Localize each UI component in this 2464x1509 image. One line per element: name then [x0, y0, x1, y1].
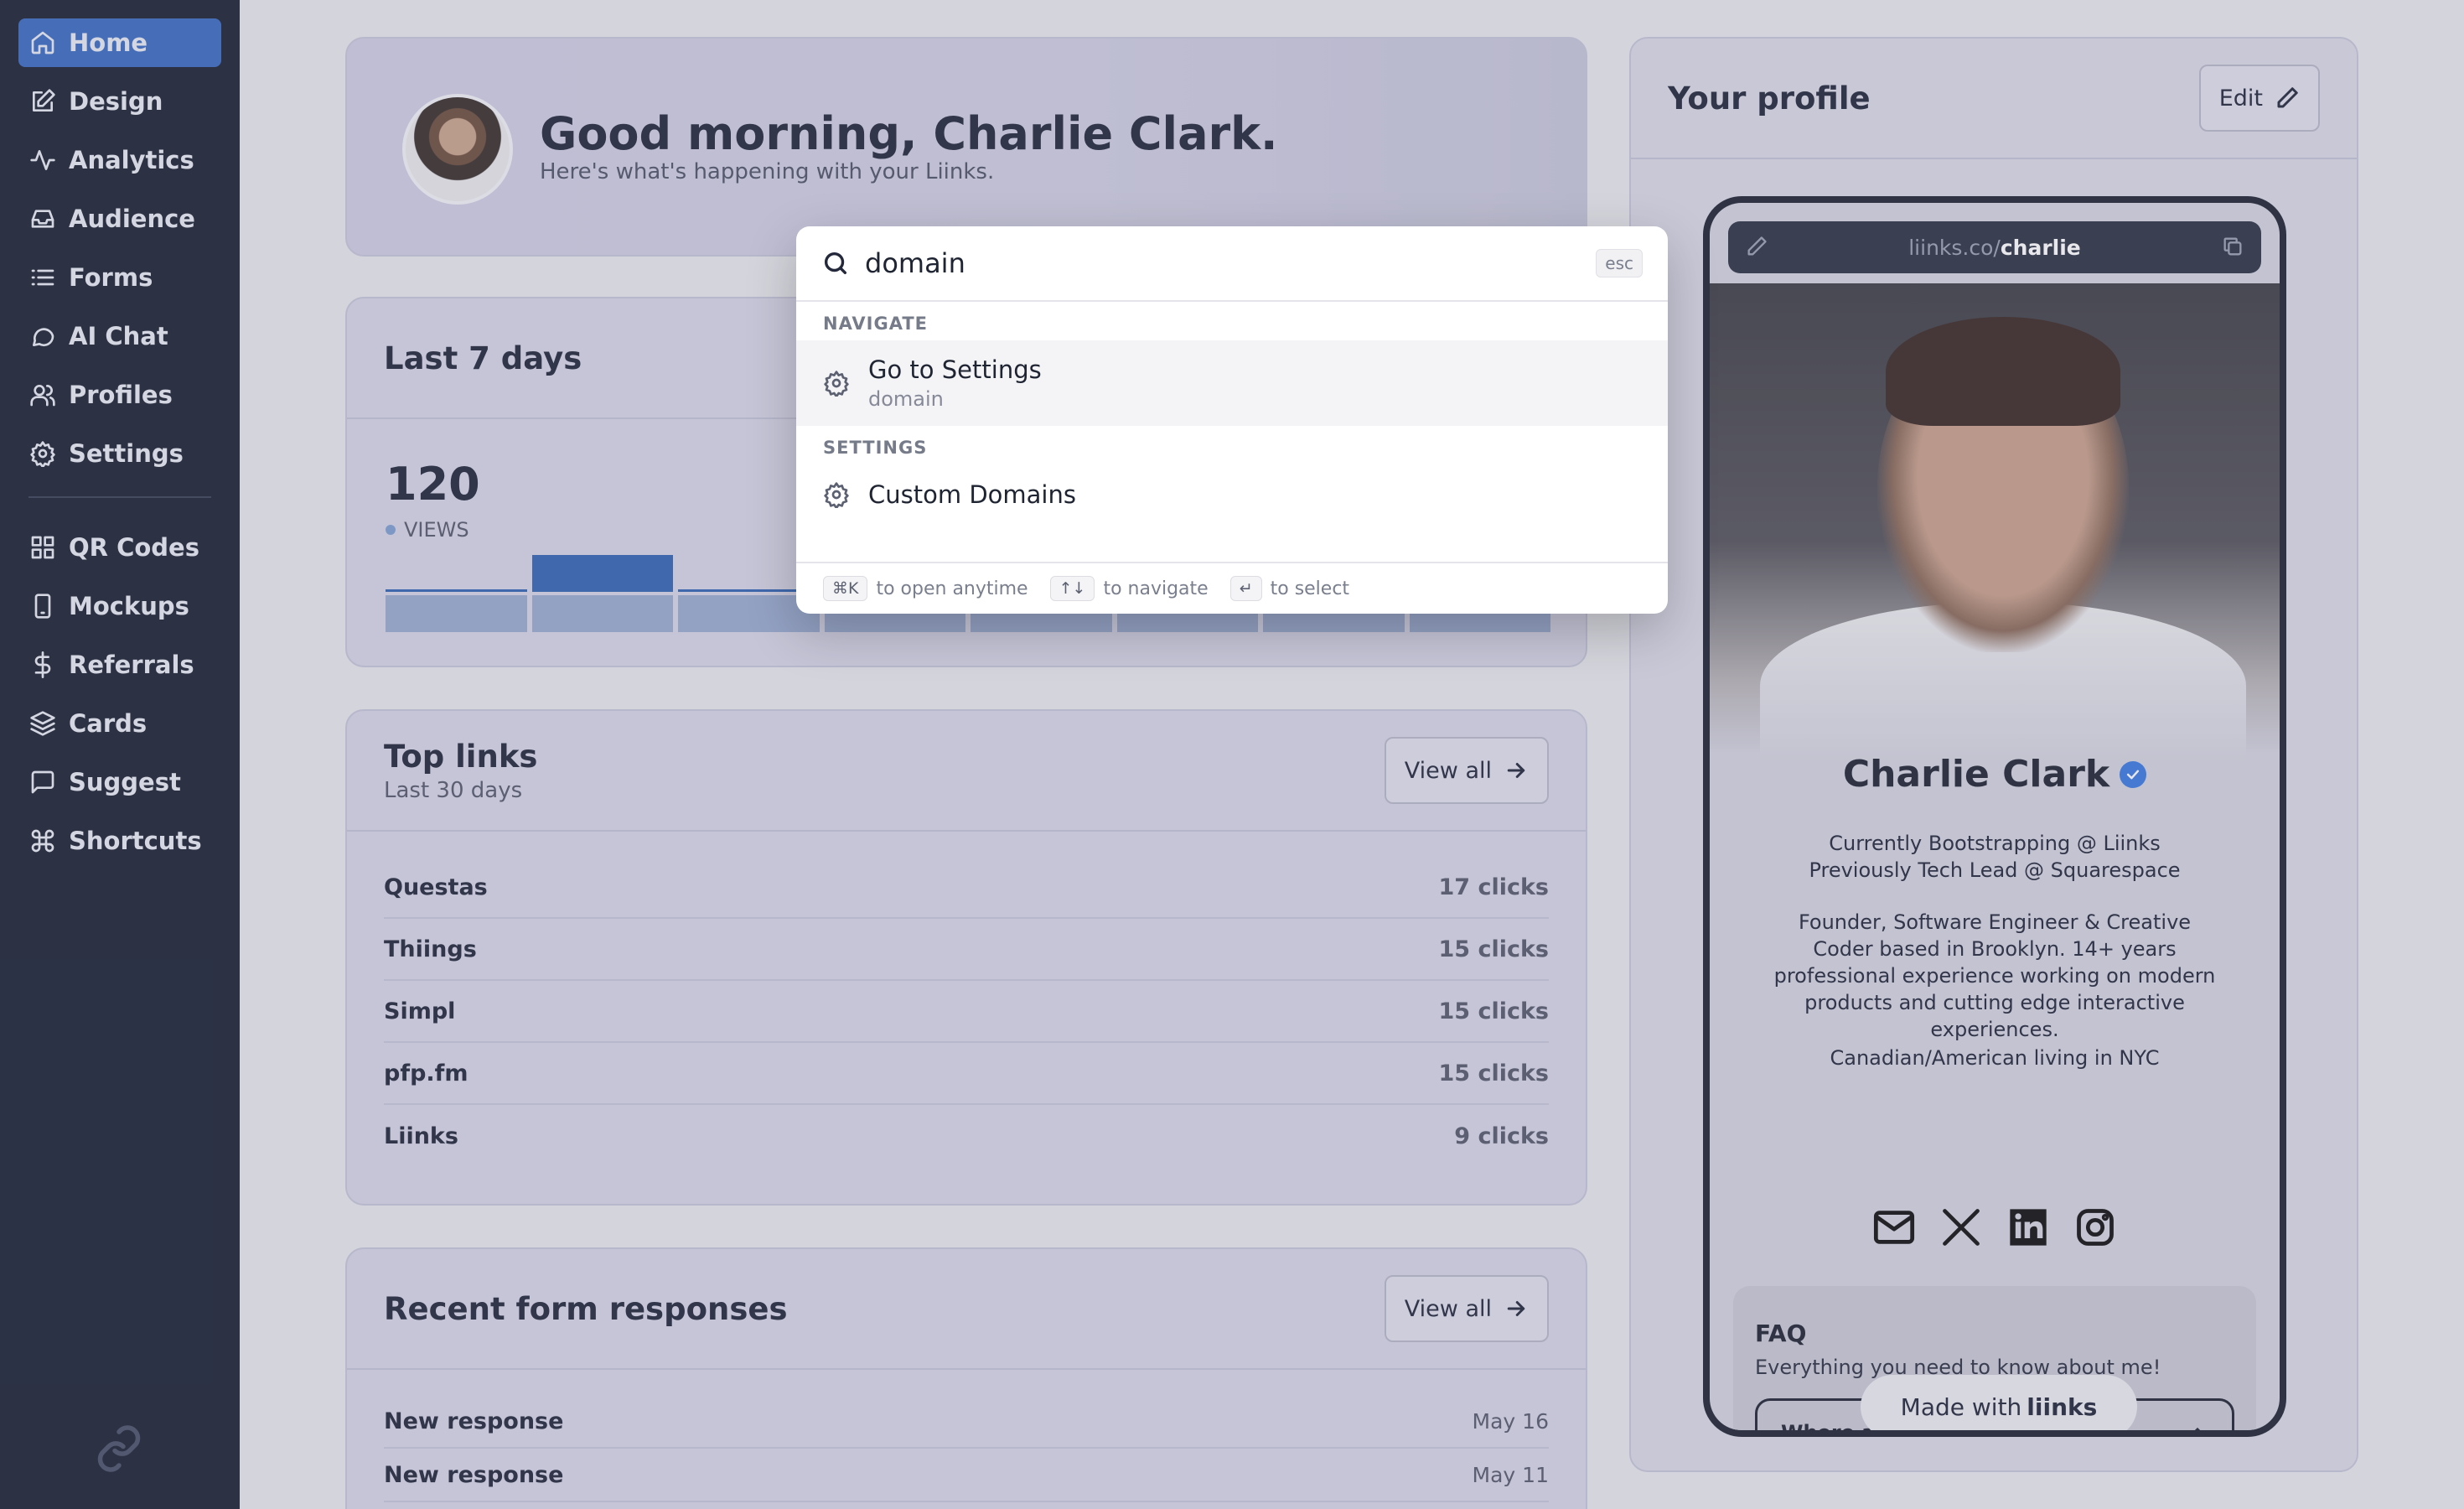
command-palette: esc NAVIGATE Go to Settings domain SETTI…: [796, 226, 1668, 614]
palette-footer: ⌘K to open anytime ↑↓ to navigate ↵ to sele…: [796, 562, 1668, 614]
command-item-text: Go to Settings domain: [868, 355, 1042, 411]
hint-text: to select: [1270, 578, 1350, 599]
shortcut-hint-navigate: ↑↓ to navigate: [1049, 576, 1209, 601]
command-item-hint: domain: [868, 387, 944, 411]
shortcut-hint-select: ↵ to select: [1229, 576, 1350, 601]
palette-search-row: esc: [796, 226, 1668, 302]
kbd-enter: ↵: [1229, 576, 1262, 601]
esc-key-hint[interactable]: esc: [1596, 249, 1643, 277]
hint-text: to navigate: [1103, 578, 1209, 599]
section-navigate: NAVIGATE: [823, 314, 928, 334]
gear-icon: [824, 482, 849, 508]
kbd-arrows: ↑↓: [1049, 576, 1095, 601]
section-settings: SETTINGS: [823, 438, 928, 458]
hint-text: to open anytime: [876, 578, 1028, 599]
command-search-input[interactable]: [865, 247, 1597, 279]
search-icon: [824, 252, 847, 275]
command-item-label: Go to Settings: [868, 355, 1042, 384]
gear-icon: [824, 371, 849, 397]
command-item-label: Custom Domains: [868, 480, 1076, 509]
shortcut-hint-open: ⌘K to open anytime: [823, 576, 1028, 601]
command-item-go-to-settings[interactable]: Go to Settings domain: [796, 340, 1668, 426]
kbd-cmd-k: ⌘K: [823, 576, 868, 601]
command-item-custom-domains[interactable]: Custom Domains: [796, 464, 1668, 525]
